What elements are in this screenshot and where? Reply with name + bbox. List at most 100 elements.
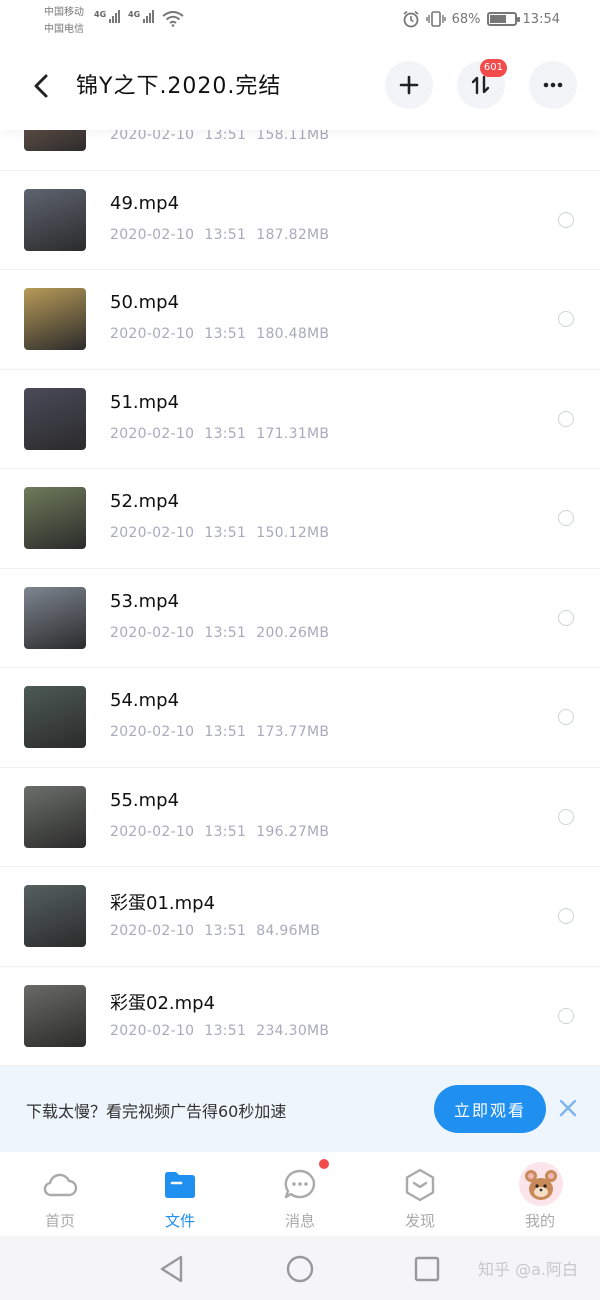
file-time: 13:51 xyxy=(204,525,247,541)
video-thumbnail xyxy=(24,188,86,251)
tab-discover-label: 发现 xyxy=(404,1212,435,1230)
file-time: 13:51 xyxy=(204,226,247,243)
carrier-labels: 中国移动 中国电信 xyxy=(44,4,84,38)
file-date: 2020-02-10 xyxy=(110,226,195,243)
cloud-icon xyxy=(43,1173,78,1197)
signal-2-icon: 4G xyxy=(128,10,155,23)
promo-text: 下载太慢？看完视频广告得60秒加速 xyxy=(26,1102,287,1121)
file-row[interactable]: 52.mp4 2020-02-10 13:51 150.12MB xyxy=(0,469,600,569)
file-size: 173.77MB xyxy=(256,724,330,740)
file-row[interactable]: 50.mp4 2020-02-10 13:51 180.48MB xyxy=(0,270,600,370)
select-radio[interactable] xyxy=(558,1007,574,1024)
file-meta: 2020-02-10 13:51 150.12MB xyxy=(110,525,329,541)
file-size: 200.26MB xyxy=(256,624,330,641)
file-date: 2020-02-10 xyxy=(110,724,195,740)
tab-messages-label: 消息 xyxy=(284,1212,315,1230)
video-thumbnail xyxy=(24,785,86,848)
discover-icon xyxy=(405,1168,435,1202)
avatar xyxy=(519,1162,563,1206)
file-row[interactable]: 彩蛋01.mp4 2020-02-10 13:51 84.96MB xyxy=(0,867,600,967)
watermark: 知乎 @a.阿白 xyxy=(478,1260,578,1279)
file-size: 187.82MB xyxy=(256,226,330,243)
file-row[interactable]: 53.mp4 2020-02-10 13:51 200.26MB xyxy=(0,569,600,668)
file-size: 84.96MB xyxy=(256,923,321,939)
file-size: 150.12MB xyxy=(256,525,330,541)
tab-discover[interactable]: 发现 xyxy=(360,1152,480,1236)
watch-now-button[interactable]: 立即观看 xyxy=(434,1085,546,1133)
file-time: 13:51 xyxy=(204,724,247,740)
file-date: 2020-02-10 xyxy=(110,823,195,840)
transfer-icon xyxy=(471,75,490,95)
file-time: 13:51 xyxy=(204,326,247,342)
file-name: 51.mp4 xyxy=(110,391,180,413)
tab-files[interactable]: 文件 xyxy=(120,1152,240,1236)
select-radio[interactable] xyxy=(558,311,574,327)
select-radio[interactable] xyxy=(558,908,574,924)
signal-1-icon: 4G xyxy=(94,10,121,23)
file-date: 2020-02-10 xyxy=(110,624,195,641)
file-date: 2020-02-10 xyxy=(110,425,195,442)
nav-recents-icon[interactable] xyxy=(413,1254,441,1284)
battery-icon xyxy=(486,12,520,26)
more-button[interactable] xyxy=(529,61,577,109)
select-radio[interactable] xyxy=(558,211,574,228)
select-radio[interactable] xyxy=(558,609,574,626)
file-name: 53.mp4 xyxy=(110,590,180,612)
avatar-image xyxy=(525,1170,557,1200)
transfer-badge: 601 xyxy=(479,59,507,77)
file-time: 13:51 xyxy=(204,1022,247,1039)
clock: 13:54 xyxy=(522,11,560,27)
close-icon[interactable] xyxy=(558,1098,578,1118)
select-radio[interactable] xyxy=(558,410,574,427)
file-row[interactable]: 49.mp4 2020-02-10 13:51 187.82MB xyxy=(0,171,600,270)
file-size: 171.31MB xyxy=(256,425,330,442)
folder-icon xyxy=(165,1172,195,1198)
file-row[interactable]: 55.mp4 2020-02-10 13:51 196.27MB xyxy=(0,768,600,867)
file-name: 54.mp4 xyxy=(110,690,180,711)
select-radio[interactable] xyxy=(558,808,574,825)
file-date: 2020-02-10 xyxy=(110,525,195,541)
file-size: 180.48MB xyxy=(256,326,330,342)
file-size: 234.30MB xyxy=(256,1022,330,1039)
transfer-button[interactable]: 601 xyxy=(457,59,507,109)
file-row[interactable]: 54.mp4 2020-02-10 13:51 173.77MB xyxy=(0,668,600,768)
video-thumbnail xyxy=(24,288,86,350)
nav-back-icon[interactable] xyxy=(158,1254,186,1284)
file-meta: 2020-02-10 13:51 196.27MB xyxy=(110,824,329,840)
back-icon[interactable] xyxy=(24,68,60,104)
video-thumbnail xyxy=(24,686,86,748)
network-type-2: 4G xyxy=(128,10,141,19)
file-time: 13:51 xyxy=(204,823,247,840)
file-date: 2020-02-10 xyxy=(110,1022,195,1039)
battery-percent: 68% xyxy=(451,11,481,27)
file-date: 2020-02-10 xyxy=(110,326,195,342)
more-icon xyxy=(543,82,563,88)
select-radio[interactable] xyxy=(558,510,574,526)
video-thumbnail xyxy=(24,487,86,549)
tab-profile[interactable]: 我的 xyxy=(480,1152,600,1236)
message-notification-dot xyxy=(319,1159,329,1169)
chat-icon xyxy=(284,1169,316,1199)
file-name: 52.mp4 xyxy=(110,491,180,512)
file-name: 55.mp4 xyxy=(110,789,180,811)
wifi-icon xyxy=(162,11,184,27)
file-date: 2020-02-10 xyxy=(110,923,195,939)
file-name: 50.mp4 xyxy=(110,292,180,313)
nav-home-icon[interactable] xyxy=(285,1254,315,1284)
tab-home[interactable]: 首页 xyxy=(0,1152,120,1236)
file-row[interactable]: 彩蛋02.mp4 2020-02-10 13:51 234.30MB xyxy=(0,967,600,1066)
select-radio[interactable] xyxy=(558,709,574,725)
file-time: 13:51 xyxy=(204,923,247,939)
tab-messages[interactable]: 消息 xyxy=(240,1152,360,1236)
add-button[interactable] xyxy=(385,61,433,109)
file-row[interactable]: 51.mp4 2020-02-10 13:51 171.31MB xyxy=(0,370,600,469)
file-meta: 2020-02-10 13:51 173.77MB xyxy=(110,724,329,740)
status-bar: 中国移动 中国电信 4G 4G 68% 13:54 xyxy=(0,0,600,44)
carrier-2: 中国电信 xyxy=(44,24,84,35)
tab-files-label: 文件 xyxy=(164,1212,195,1230)
plus-icon xyxy=(399,75,419,95)
alarm-icon xyxy=(403,10,419,28)
vibrate-icon xyxy=(425,11,446,27)
tab-profile-label: 我的 xyxy=(524,1212,555,1230)
carrier-1: 中国移动 xyxy=(44,7,84,18)
